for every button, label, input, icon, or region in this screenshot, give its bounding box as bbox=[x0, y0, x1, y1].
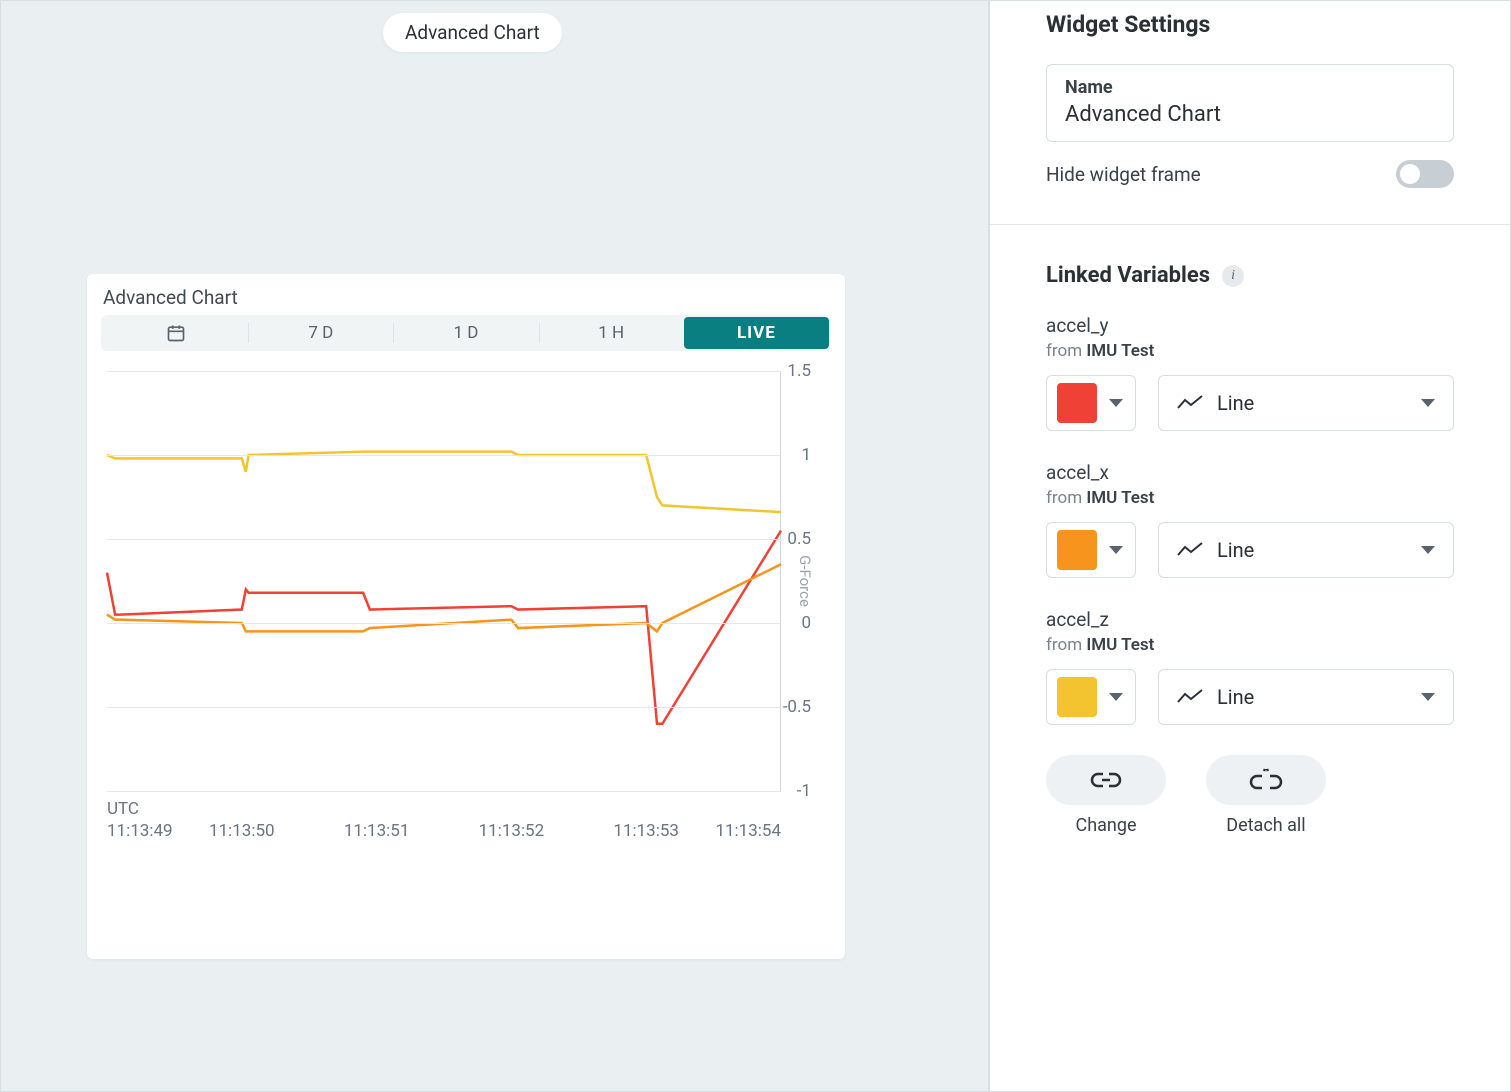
x-tick-label: 11:13:54 bbox=[715, 821, 781, 841]
time-range-tabs: 7 D 1 D 1 H LIVE bbox=[101, 315, 831, 351]
chevron-down-icon bbox=[1421, 693, 1435, 701]
unlink-icon bbox=[1248, 768, 1284, 792]
chart-lines-svg bbox=[107, 371, 781, 791]
chart-type-select[interactable]: Line bbox=[1158, 522, 1454, 578]
variable-block: accel_yfrom IMU Test Line bbox=[1046, 314, 1454, 431]
chart-gridline bbox=[107, 623, 781, 624]
variable-source: from IMU Test bbox=[1046, 635, 1454, 655]
change-variables-button[interactable]: Change bbox=[1046, 755, 1166, 836]
widget-label-pill: Advanced Chart bbox=[383, 13, 562, 52]
series-line-accel_z bbox=[107, 452, 781, 512]
y-tick-label: 0.5 bbox=[787, 529, 811, 549]
x-tick-label: 11:13:51 bbox=[344, 821, 410, 841]
settings-panel: Widget Settings Name Hide widget frame L… bbox=[990, 1, 1510, 1091]
color-swatch bbox=[1057, 530, 1097, 570]
color-select[interactable] bbox=[1046, 669, 1136, 725]
chart-gridline bbox=[107, 791, 781, 792]
x-tick-label: 11:13:49 bbox=[107, 821, 173, 841]
variable-source: from IMU Test bbox=[1046, 341, 1454, 361]
calendar-icon bbox=[166, 323, 186, 343]
timezone-label: UTC bbox=[107, 799, 139, 819]
chart-type-select[interactable]: Line bbox=[1158, 375, 1454, 431]
series-line-accel_y bbox=[107, 531, 781, 724]
y-axis-label: G-Force bbox=[796, 555, 814, 607]
linked-variables-heading: Linked Variables bbox=[1046, 263, 1210, 288]
color-swatch bbox=[1057, 677, 1097, 717]
variable-block: accel_zfrom IMU Test Line bbox=[1046, 608, 1454, 725]
variable-block: accel_xfrom IMU Test Line bbox=[1046, 461, 1454, 578]
hide-frame-label: Hide widget frame bbox=[1046, 163, 1201, 186]
y-tick-label: -1 bbox=[797, 781, 811, 801]
chart-gridline bbox=[107, 371, 781, 372]
detach-all-button[interactable]: Detach all bbox=[1206, 755, 1326, 836]
color-swatch bbox=[1057, 383, 1097, 423]
series-line-accel_x bbox=[107, 564, 781, 631]
range-tab-7d[interactable]: 7 D bbox=[248, 317, 393, 349]
color-select[interactable] bbox=[1046, 375, 1136, 431]
hide-frame-toggle[interactable] bbox=[1396, 160, 1454, 188]
name-input[interactable] bbox=[1065, 102, 1435, 127]
change-label: Change bbox=[1075, 815, 1136, 836]
name-field[interactable]: Name bbox=[1046, 64, 1454, 142]
widget-settings-heading: Widget Settings bbox=[1046, 1, 1454, 38]
chevron-down-icon bbox=[1109, 546, 1123, 554]
variable-source: from IMU Test bbox=[1046, 488, 1454, 508]
chart-plot[interactable]: G-Force UTC 1.510.50-0.5-111:13:4911:13:… bbox=[107, 371, 809, 791]
y-tick-label: 1 bbox=[801, 445, 811, 465]
chart-card: Advanced Chart 7 D 1 D 1 H LIVE G-Force … bbox=[87, 274, 845, 959]
variable-name: accel_z bbox=[1046, 608, 1454, 631]
chart-gridline bbox=[107, 539, 781, 540]
chart-gridline bbox=[107, 707, 781, 708]
chart-type-label: Line bbox=[1217, 391, 1254, 415]
chevron-down-icon bbox=[1421, 546, 1435, 554]
y-tick-label: 1.5 bbox=[787, 361, 811, 381]
color-select[interactable] bbox=[1046, 522, 1136, 578]
range-tab-1h[interactable]: 1 H bbox=[539, 317, 684, 349]
line-chart-icon bbox=[1177, 394, 1203, 412]
chart-type-label: Line bbox=[1217, 538, 1254, 562]
info-icon[interactable]: i bbox=[1222, 265, 1244, 287]
chart-gridline bbox=[107, 455, 781, 456]
line-chart-icon bbox=[1177, 688, 1203, 706]
variable-name: accel_y bbox=[1046, 314, 1454, 337]
y-tick-label: -0.5 bbox=[783, 697, 811, 717]
line-chart-icon bbox=[1177, 541, 1203, 559]
x-tick-label: 11:13:53 bbox=[613, 821, 679, 841]
range-tab-1d[interactable]: 1 D bbox=[393, 317, 538, 349]
chevron-down-icon bbox=[1109, 399, 1123, 407]
range-tab-live[interactable]: LIVE bbox=[684, 317, 829, 349]
chevron-down-icon bbox=[1109, 693, 1123, 701]
x-tick-label: 11:13:52 bbox=[479, 821, 545, 841]
x-tick-label: 11:13:50 bbox=[209, 821, 275, 841]
y-tick-label: 0 bbox=[801, 613, 811, 633]
link-icon bbox=[1089, 770, 1123, 790]
name-field-label: Name bbox=[1065, 77, 1435, 98]
chart-title: Advanced Chart bbox=[101, 286, 831, 309]
variable-name: accel_x bbox=[1046, 461, 1454, 484]
chart-type-select[interactable]: Line bbox=[1158, 669, 1454, 725]
chart-type-label: Line bbox=[1217, 685, 1254, 709]
range-tab-calendar[interactable] bbox=[103, 317, 248, 349]
chevron-down-icon bbox=[1421, 399, 1435, 407]
detach-label: Detach all bbox=[1226, 815, 1305, 836]
dashboard-canvas[interactable]: Advanced Chart Advanced Chart 7 D 1 D 1 … bbox=[1, 1, 990, 1091]
